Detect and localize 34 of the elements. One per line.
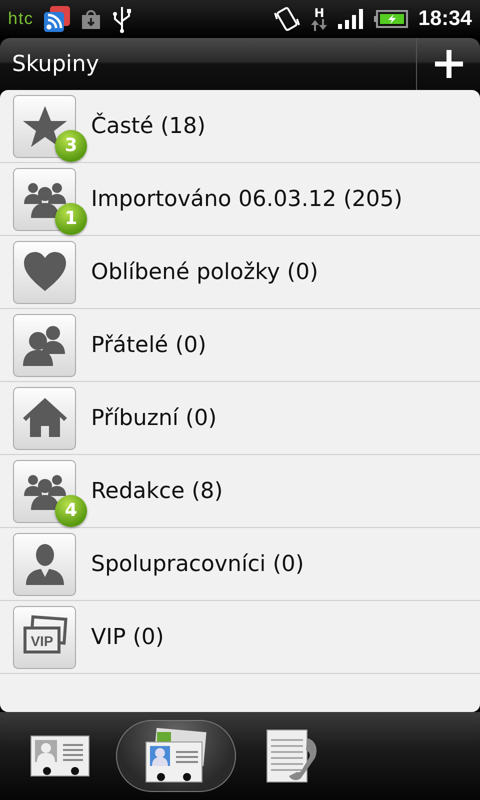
group-row[interactable]: Přátelé (0): [0, 309, 480, 382]
contact-cards-icon: [145, 728, 207, 784]
group-name: Přátelé (0): [91, 332, 206, 358]
group-row[interactable]: 1 Importováno 06.03.12 (205): [0, 163, 480, 236]
count-badge: 1: [55, 202, 87, 234]
signal-icon: [338, 8, 364, 30]
plus-icon: [432, 48, 464, 80]
group-name: Časté (18): [91, 114, 206, 138]
download-bag-icon: [80, 8, 102, 30]
carrier-logo: htc: [8, 9, 34, 29]
call-log-icon: [265, 728, 319, 784]
count-badge: 4: [55, 494, 87, 526]
group-row[interactable]: Oblíbené položky (0): [0, 236, 480, 309]
group-row[interactable]: VIP VIP (0): [0, 601, 480, 674]
group-name: Příbuzní (0): [91, 406, 217, 430]
clock-time: 18:34: [418, 7, 472, 31]
group-row[interactable]: Spolupracovníci (0): [0, 528, 480, 601]
contact-card-icon: [30, 735, 90, 777]
group-name: Importováno 06.03.12 (205): [91, 186, 402, 212]
screen-title: Skupiny: [12, 52, 100, 76]
group-row[interactable]: 4 Redakce (8): [0, 455, 480, 528]
battery-charging-icon: [374, 9, 408, 29]
group-row[interactable]: 3 Časté (18): [0, 90, 480, 163]
data-arrows-icon: [310, 19, 328, 31]
count-badge: 3: [55, 130, 87, 162]
usb-icon: [112, 5, 132, 33]
group-name: Spolupracovníci (0): [91, 552, 304, 576]
rss-feed-icon: [44, 6, 70, 32]
network-type: H: [314, 7, 324, 19]
group-name: VIP (0): [91, 624, 164, 650]
group-name: Oblíbené položky (0): [91, 260, 318, 284]
vibrate-icon: [272, 5, 300, 33]
group-row[interactable]: Příbuzní (0): [0, 382, 480, 455]
group-name: Redakce (8): [91, 478, 223, 504]
